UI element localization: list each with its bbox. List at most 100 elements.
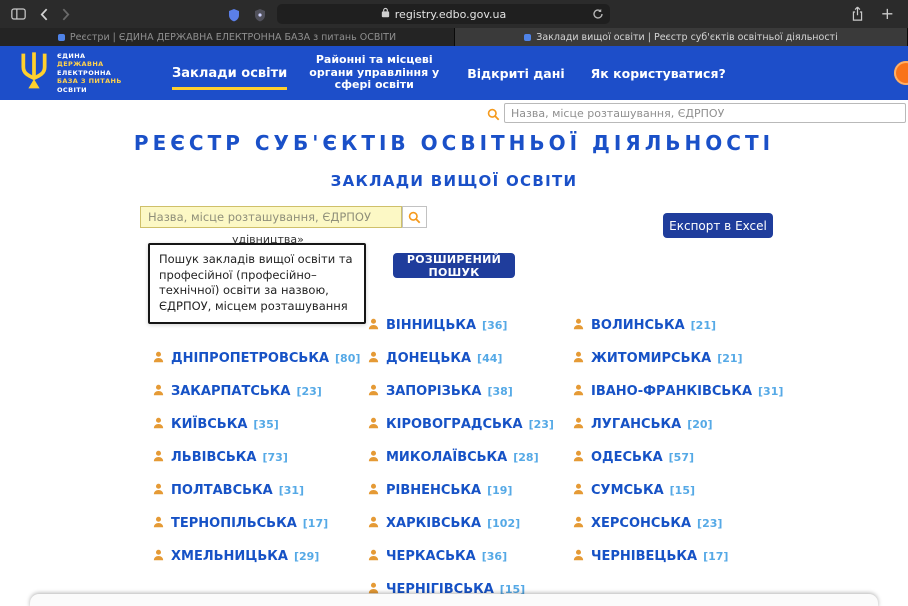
tab-registries[interactable]: Реєстри | ЄДИНА ДЕРЖАВНА ЕЛЕКТРОННА БАЗА… (0, 28, 455, 46)
region-link[interactable]: ПОЛТАВСЬКА[31] (152, 481, 367, 500)
person-icon (152, 547, 165, 566)
person-icon (367, 514, 380, 533)
edbo-logo[interactable]: ЄДИНА ДЕРЖАВНА ЕЛЕКТРОННА БАЗА З ПИТАНЬ … (18, 50, 160, 96)
region-count: [23] (296, 385, 321, 398)
person-icon (367, 547, 380, 566)
region-link[interactable]: ЧЕРНІВЕЦЬКА[17] (572, 547, 832, 566)
region-link[interactable]: ІВАНО-ФРАНКІВСЬКА [31] (572, 382, 832, 401)
header-search-input[interactable] (504, 103, 906, 123)
region-name: ВОЛИНСЬКА (591, 318, 685, 333)
region-link[interactable]: ЗАПОРІЗЬКА[38] (367, 382, 572, 401)
region-name: РІВНЕНСЬКА (386, 483, 481, 498)
region-name: ХМЕЛЬНИЦЬКА (171, 549, 288, 564)
region-count: [80] (335, 352, 360, 365)
region-link[interactable]: ЗАКАРПАТСЬКА [23] (152, 382, 367, 401)
export-excel-button[interactable]: Експорт в Excel (663, 213, 773, 238)
region-link[interactable]: ВІННИЦЬКА[36] (367, 316, 572, 335)
back-icon[interactable] (33, 3, 55, 25)
region-name: ТЕРНОПІЛЬСЬКА (171, 516, 297, 531)
person-icon (367, 448, 380, 467)
search-tooltip: Пошук закладів вищої освіти та професійн… (148, 243, 366, 324)
region-name: КИЇВСЬКА (171, 417, 247, 432)
padlock-icon (381, 7, 390, 21)
extension-shield-dark-icon[interactable] (254, 7, 266, 26)
region-name: ОДЕСЬКА (591, 450, 663, 465)
person-icon (367, 481, 380, 500)
region-link[interactable]: ЧЕРКАСЬКА[36] (367, 547, 572, 566)
person-icon (367, 349, 380, 368)
region-link[interactable]: СУМСЬКА [15] (572, 481, 832, 500)
browser-window: registry.edbo.gov.ua + Реєстри | ЄДИНА Д… (0, 0, 908, 606)
address-bar[interactable]: registry.edbo.gov.ua (277, 4, 610, 24)
page-title: РЕЄСТР СУБ'ЄКТІВ ОСВІТНЬОЇ ДІЯЛЬНОСТІ (0, 131, 908, 155)
region-count: [15] (670, 484, 695, 497)
reload-icon[interactable] (592, 8, 604, 23)
accessibility-button[interactable] (894, 61, 908, 85)
region-name: ДНІПРОПЕТРОВСЬКА (171, 351, 329, 366)
browser-tab-bar: Реєстри | ЄДИНА ДЕРЖАВНА ЕЛЕКТРОННА БАЗА… (0, 28, 908, 46)
region-count: [17] (703, 550, 728, 563)
region-count: [35] (253, 418, 278, 431)
region-link[interactable]: ВОЛИНСЬКА [21] (572, 316, 832, 335)
region-link[interactable]: ХМЕЛЬНИЦЬКА[29] (152, 547, 367, 566)
person-icon (572, 448, 585, 467)
region-link[interactable]: ЛЬВІВСЬКА[73] (152, 448, 367, 467)
region-name: ІВАНО-ФРАНКІВСЬКА (591, 384, 752, 399)
header-search-strip (0, 100, 908, 126)
trident-icon (18, 50, 50, 96)
main-search-button[interactable] (402, 206, 427, 228)
person-icon (152, 349, 165, 368)
region-name: СУМСЬКА (591, 483, 664, 498)
bottom-dock-edge (30, 594, 878, 606)
advanced-search-button[interactable]: РОЗШИРЕНИЙ ПОШУК (393, 253, 515, 278)
region-link[interactable]: ОДЕСЬКА [57] (572, 448, 832, 467)
region-name: ЗАКАРПАТСЬКА (171, 384, 290, 399)
nav-item-institutions[interactable]: Заклади освіти (172, 66, 287, 90)
region-link[interactable]: КИЇВСЬКА [35] (152, 415, 367, 434)
region-count: [31] (279, 484, 304, 497)
region-count: [19] (487, 484, 512, 497)
region-name: ХЕРСОНСЬКА (591, 516, 691, 531)
person-icon (572, 514, 585, 533)
region-count: [36] (482, 550, 507, 563)
region-link[interactable]: ДНІПРОПЕТРОВСЬКА [80] (152, 349, 367, 368)
region-link[interactable]: ХАРКІВСЬКА[102] (367, 514, 572, 533)
forward-icon[interactable] (55, 3, 77, 25)
region-link[interactable]: ЛУГАНСЬКА[20] (572, 415, 832, 434)
region-link[interactable]: РІВНЕНСЬКА [19] (367, 481, 572, 500)
nav-item-local-authorities[interactable]: Районні та місцеві органи управління у с… (307, 54, 441, 93)
tab-label: Реєстри | ЄДИНА ДЕРЖАВНА ЕЛЕКТРОННА БАЗА… (70, 32, 396, 43)
main-search-input[interactable] (140, 206, 402, 228)
site-header: ЄДИНА ДЕРЖАВНА ЕЛЕКТРОННА БАЗА З ПИТАНЬ … (0, 46, 908, 100)
tab-higher-education[interactable]: Заклади вищої освіти | Реєстр суб'єктів … (455, 28, 908, 46)
search-icon[interactable] (487, 106, 500, 125)
extension-shield-icon[interactable] (228, 7, 240, 26)
person-icon (152, 415, 165, 434)
region-count: [73] (263, 451, 288, 464)
region-link[interactable]: ТЕРНОПІЛЬСЬКА[17] (152, 514, 367, 533)
tab-favicon (524, 34, 531, 41)
nav-item-how-to-use[interactable]: Як користуватися? (591, 66, 726, 81)
new-tab-icon[interactable]: + (881, 2, 894, 26)
person-icon (152, 448, 165, 467)
region-name: ЖИТОМИРСЬКА (591, 351, 711, 366)
person-icon (152, 514, 165, 533)
region-count: [23] (529, 418, 554, 431)
region-link[interactable]: ДОНЕЦЬКА[44] (367, 349, 572, 368)
tab-label: Заклади вищої освіти | Реєстр суб'єктів … (536, 32, 837, 43)
region-name: КІРОВОГРАДСЬКА (386, 417, 523, 432)
region-link[interactable]: КІРОВОГРАДСЬКА [23] (367, 415, 572, 434)
region-link[interactable]: ЖИТОМИРСЬКА[21] (572, 349, 832, 368)
region-count: [38] (487, 385, 512, 398)
region-count: [21] (691, 319, 716, 332)
region-count: [28] (513, 451, 538, 464)
region-link[interactable]: МИКОЛАЇВСЬКА[28] (367, 448, 572, 467)
region-count: [31] (758, 385, 783, 398)
sidebar-toggle-icon[interactable] (4, 3, 33, 25)
region-name: ЛУГАНСЬКА (591, 417, 681, 432)
nav-item-open-data[interactable]: Відкриті дані (467, 66, 564, 81)
region-count: [57] (669, 451, 694, 464)
region-link[interactable]: ХЕРСОНСЬКА[23] (572, 514, 832, 533)
share-icon[interactable] (851, 6, 864, 26)
person-icon (367, 382, 380, 401)
